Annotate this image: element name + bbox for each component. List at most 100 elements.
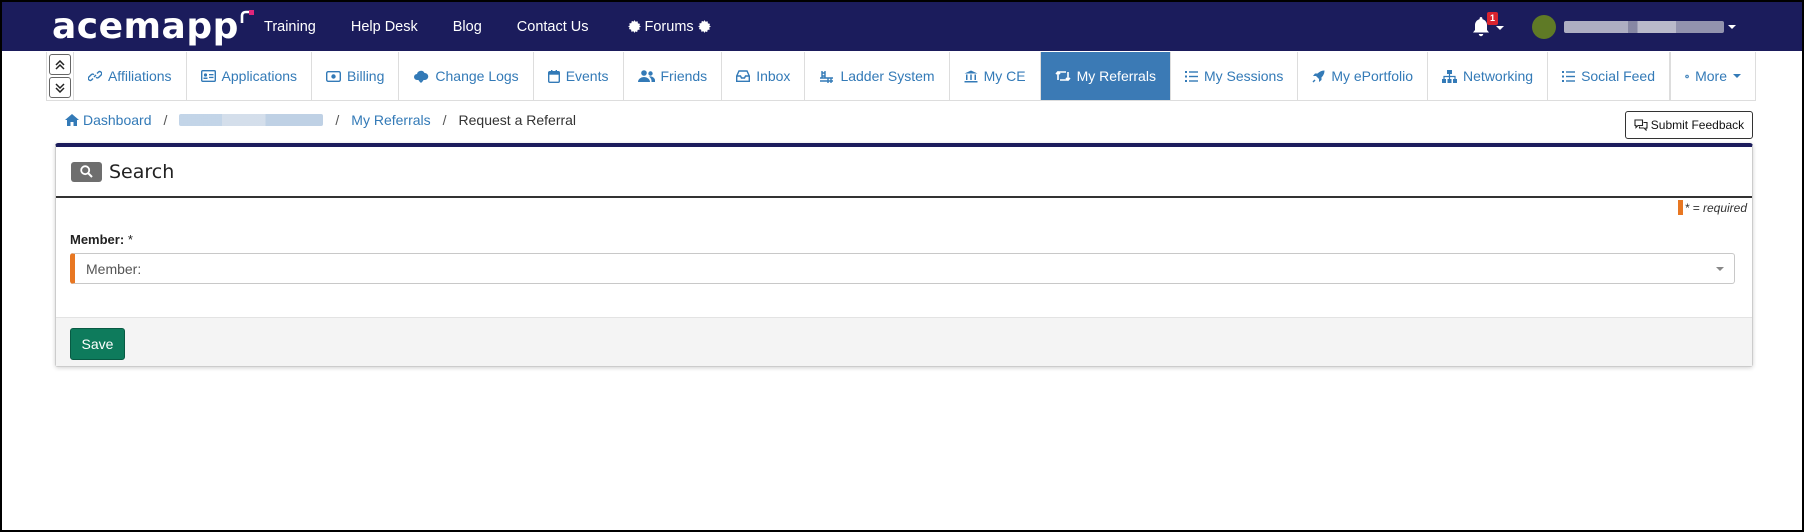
tab-my-referrals[interactable]: My Referrals <box>1040 52 1171 100</box>
tab-change-logs[interactable]: Change Logs <box>399 52 534 100</box>
tab-label: Networking <box>1463 68 1534 84</box>
link-icon <box>87 70 102 82</box>
topnav-help-desk[interactable]: Help Desk <box>351 19 418 35</box>
tab-label: Inbox <box>756 68 791 84</box>
top-bar: acemapp Training Help Desk Blog Contact … <box>2 2 1802 51</box>
rocket-icon <box>1312 70 1325 82</box>
tab-networking[interactable]: Networking <box>1428 52 1549 100</box>
chevron-down-icon[interactable] <box>1728 25 1736 29</box>
breadcrumb-separator: / <box>442 112 447 128</box>
tab-affiliations[interactable]: Affiliations <box>74 52 187 100</box>
save-button[interactable]: Save <box>70 328 125 360</box>
chevron-down-icon <box>1496 26 1504 30</box>
tab-label: Events <box>565 68 609 84</box>
calendar-icon <box>547 69 560 83</box>
acemapp-logo[interactable]: acemapp <box>52 6 254 48</box>
panel-header: Search <box>56 147 1752 198</box>
search-panel: Search * = required Member: * Member: Sa… <box>55 143 1753 367</box>
topnav-contact-us[interactable]: Contact Us <box>517 19 589 35</box>
double-chevron-down-icon <box>55 82 65 93</box>
breadcrumb-current: Request a Referral <box>458 112 577 128</box>
tab-label: Change Logs <box>435 68 519 84</box>
panel-footer: Save <box>56 317 1752 366</box>
submit-feedback-label: Submit Feedback <box>1650 118 1745 132</box>
member-select-placeholder: Member: <box>86 260 142 277</box>
tab-events[interactable]: Events <box>534 52 624 100</box>
institution-icon <box>964 70 978 82</box>
tab-label: My Referrals <box>1076 68 1156 84</box>
collapse-up-button[interactable] <box>48 54 71 75</box>
required-asterisk: * <box>127 232 133 247</box>
tab-label: Billing <box>347 68 385 84</box>
more-menu-button[interactable]: More <box>1671 52 1755 100</box>
tab-label: Social Feed <box>1581 68 1655 84</box>
topnav-forums[interactable]: Forums <box>624 19 715 35</box>
list-icon <box>1562 70 1576 82</box>
breadcrumb-dashboard-label: Dashboard <box>83 112 152 128</box>
tab-label: My CE <box>983 68 1026 84</box>
chevron-down-icon <box>1716 267 1724 271</box>
tab-applications[interactable]: Applications <box>187 52 313 100</box>
search-badge <box>71 161 102 182</box>
inbox-icon <box>736 70 751 82</box>
breadcrumb-my-referrals[interactable]: My Referrals <box>351 112 430 128</box>
collapse-down-button[interactable] <box>48 77 71 98</box>
double-chevron-up-icon <box>55 59 65 70</box>
home-icon <box>65 114 79 126</box>
tab-my-sessions[interactable]: My Sessions <box>1171 52 1299 100</box>
member-label-text: Member: <box>70 232 125 247</box>
notifications-button[interactable]: 1 <box>1472 12 1504 39</box>
avatar[interactable] <box>1532 15 1556 39</box>
tab-ladder-system[interactable]: Ladder System <box>805 52 950 100</box>
breadcrumb-separator: / <box>335 112 340 128</box>
user-name-redacted[interactable] <box>1564 21 1724 33</box>
list-icon <box>1184 70 1198 82</box>
tab-label: Friends <box>660 68 708 84</box>
tab-label: Affiliations <box>107 68 172 84</box>
money-icon <box>326 70 342 82</box>
top-navigation: Training Help Desk Blog Contact Us Forum… <box>264 2 750 51</box>
users-icon <box>637 70 655 82</box>
topnav-forums-label: Forums <box>644 18 694 35</box>
tab-label: Ladder System <box>840 68 935 84</box>
tab-my-ce[interactable]: My CE <box>950 52 1041 100</box>
required-marker <box>1677 200 1683 215</box>
required-legend: * = required <box>1677 200 1747 215</box>
gear-icon <box>697 20 711 33</box>
breadcrumb-dashboard[interactable]: Dashboard <box>65 112 152 128</box>
tab-label: My ePortfolio <box>1331 68 1414 84</box>
submit-feedback-button[interactable]: Submit Feedback <box>1625 111 1753 139</box>
logo-text: acemapp <box>52 6 239 47</box>
collapse-controls <box>47 52 74 100</box>
tab-billing[interactable]: Billing <box>312 52 400 100</box>
topnav-training[interactable]: Training <box>264 19 316 35</box>
more-label: More <box>1695 68 1727 84</box>
member-select[interactable]: Member: <box>70 253 1735 284</box>
search-icon <box>80 165 93 178</box>
redacted-text <box>179 114 324 126</box>
panel-title: Search <box>109 160 175 183</box>
required-note-text: * = required <box>1684 200 1747 215</box>
module-tabs: Affiliations Applications Billing Change… <box>46 52 1756 101</box>
notification-count-badge: 1 <box>1487 12 1498 25</box>
comments-icon <box>1634 119 1648 131</box>
breadcrumb: Dashboard / / My Referrals / Request a R… <box>65 112 576 128</box>
gear-icon <box>1685 73 1690 78</box>
chevron-down-icon <box>1733 74 1741 78</box>
id-card-icon <box>200 70 216 82</box>
tab-inbox[interactable]: Inbox <box>722 52 806 100</box>
breadcrumb-separator: / <box>163 112 168 128</box>
breadcrumb-redacted-link[interactable] <box>179 114 324 126</box>
tab-label: Applications <box>221 68 298 84</box>
sitemap-icon <box>1442 69 1458 83</box>
tab-my-eportfolio[interactable]: My ePortfolio <box>1298 52 1429 100</box>
tab-social-feed[interactable]: Social Feed <box>1548 52 1670 100</box>
logo-spark-icon <box>240 10 254 23</box>
topnav-blog[interactable]: Blog <box>453 19 482 35</box>
cloud-icon <box>414 70 429 83</box>
tab-friends[interactable]: Friends <box>624 52 723 100</box>
retweet-icon <box>1055 70 1071 82</box>
ladder-icon <box>820 70 834 83</box>
tab-label: My Sessions <box>1203 68 1284 84</box>
gear-icon <box>627 20 641 33</box>
